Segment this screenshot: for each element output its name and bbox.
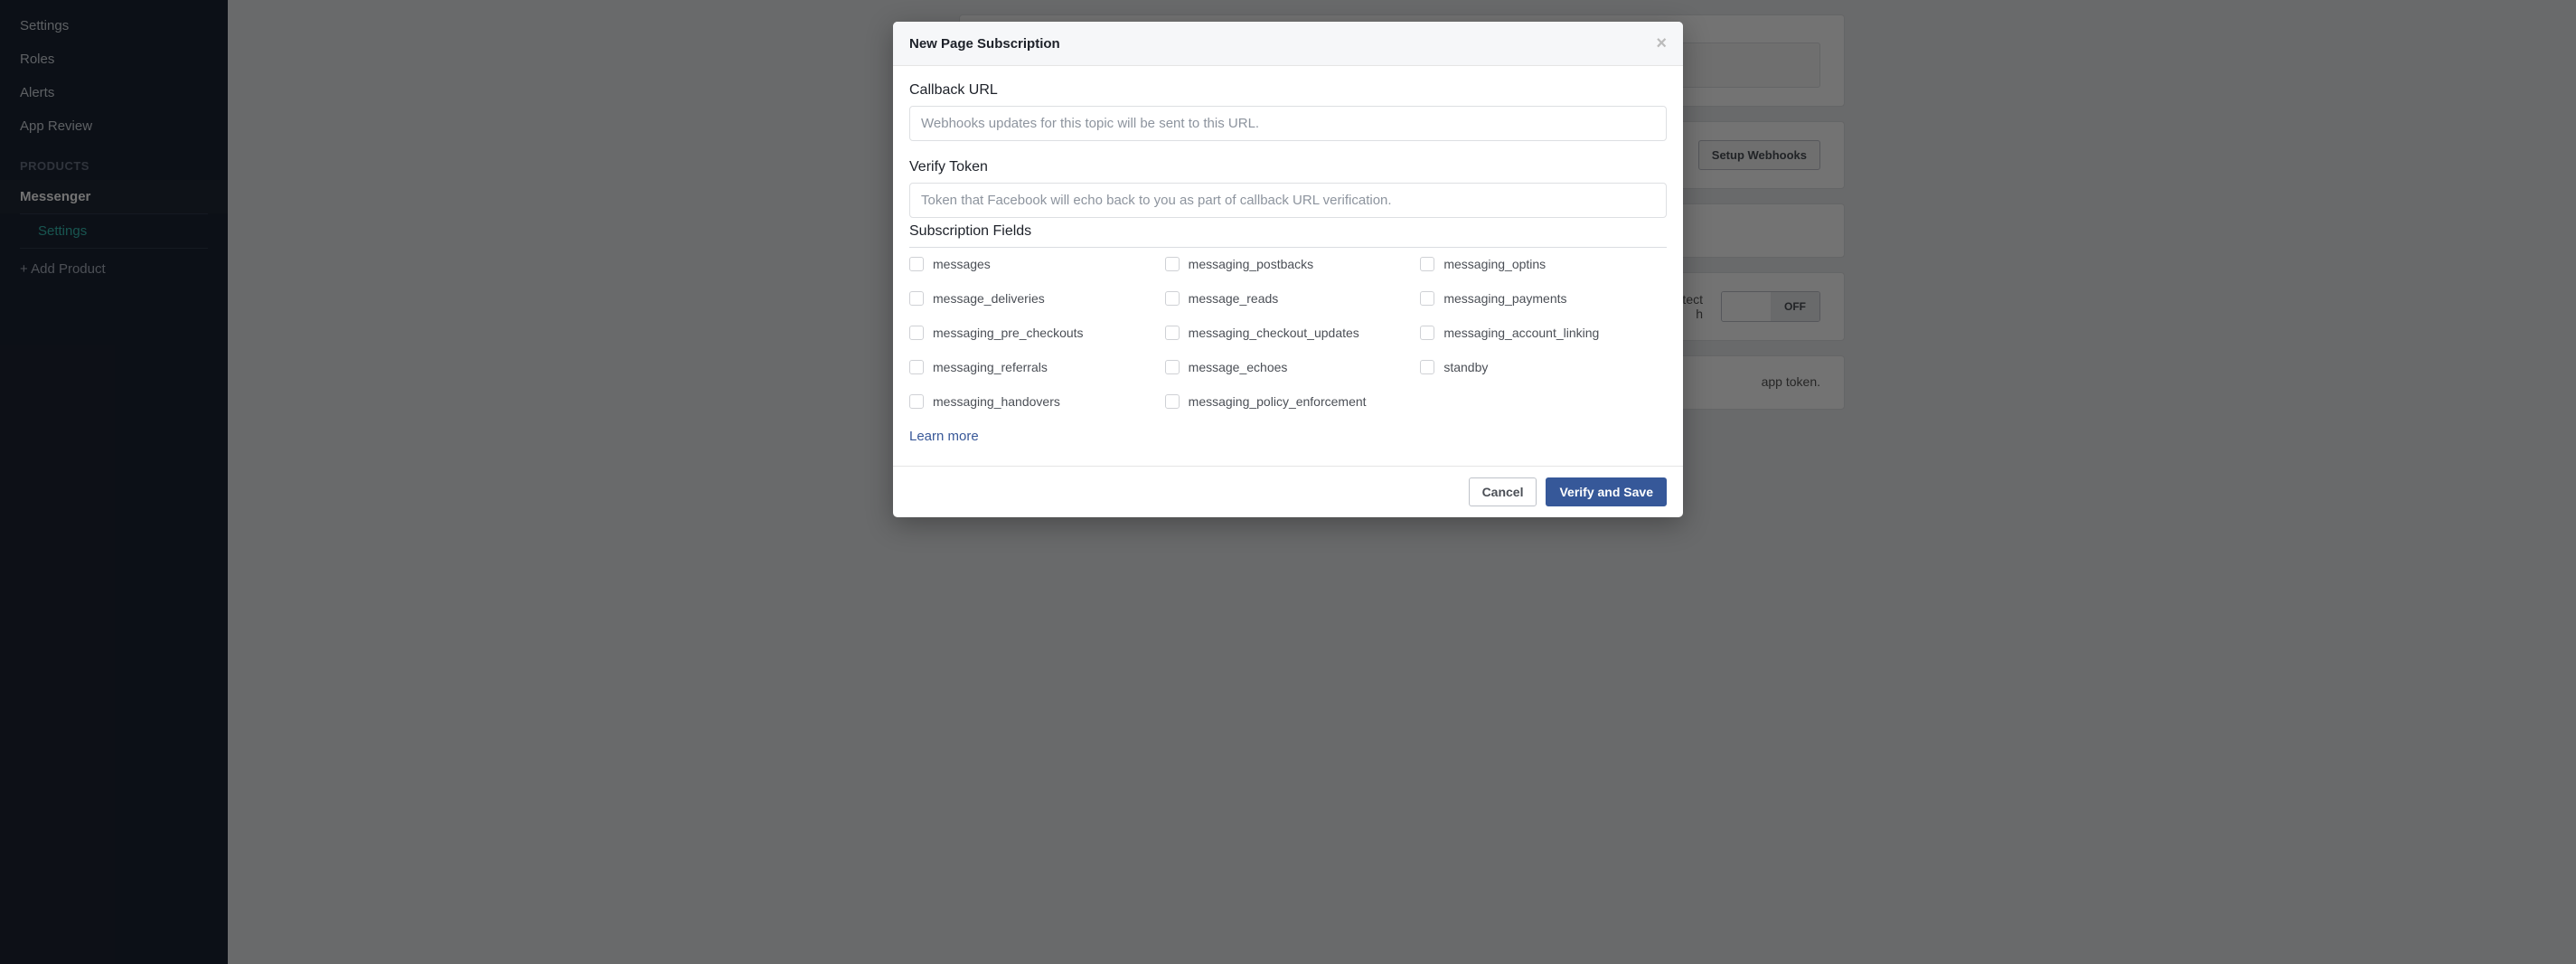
field-messaging-referrals[interactable]: messaging_referrals bbox=[909, 360, 1156, 374]
modal-body: Callback URL Verify Token Subscription F… bbox=[893, 66, 1683, 466]
field-messaging-pre-checkouts[interactable]: messaging_pre_checkouts bbox=[909, 326, 1156, 340]
field-message-reads[interactable]: message_reads bbox=[1165, 291, 1412, 306]
checkbox-icon[interactable] bbox=[1420, 291, 1434, 306]
field-messaging-policy-enforcement[interactable]: messaging_policy_enforcement bbox=[1165, 394, 1412, 409]
checkbox-icon[interactable] bbox=[909, 291, 924, 306]
checkbox-icon[interactable] bbox=[909, 326, 924, 340]
modal-header: New Page Subscription × bbox=[893, 22, 1683, 66]
field-standby[interactable]: standby bbox=[1420, 360, 1667, 374]
checkbox-icon[interactable] bbox=[1165, 360, 1180, 374]
field-messaging-optins[interactable]: messaging_optins bbox=[1420, 257, 1667, 271]
checkbox-icon[interactable] bbox=[909, 257, 924, 271]
modal-overlay: New Page Subscription × Callback URL Ver… bbox=[0, 0, 2576, 964]
close-icon[interactable]: × bbox=[1656, 34, 1667, 52]
checkbox-icon[interactable] bbox=[1420, 326, 1434, 340]
checkbox-icon[interactable] bbox=[1420, 257, 1434, 271]
field-messages[interactable]: messages bbox=[909, 257, 1156, 271]
callback-url-label: Callback URL bbox=[909, 82, 1667, 99]
cancel-button[interactable]: Cancel bbox=[1469, 477, 1537, 506]
subscription-fields-label: Subscription Fields bbox=[909, 223, 1667, 240]
subscription-fields-grid: messages messaging_postbacks messaging_o… bbox=[909, 247, 1667, 409]
field-message-deliveries[interactable]: message_deliveries bbox=[909, 291, 1156, 306]
callback-url-input[interactable] bbox=[909, 106, 1667, 141]
verify-save-button[interactable]: Verify and Save bbox=[1546, 477, 1667, 506]
learn-more-link[interactable]: Learn more bbox=[909, 425, 1667, 457]
modal-title: New Page Subscription bbox=[909, 36, 1060, 52]
modal-footer: Cancel Verify and Save bbox=[893, 466, 1683, 517]
field-messaging-payments[interactable]: messaging_payments bbox=[1420, 291, 1667, 306]
checkbox-icon[interactable] bbox=[1165, 394, 1180, 409]
subscription-modal: New Page Subscription × Callback URL Ver… bbox=[893, 22, 1683, 517]
checkbox-icon[interactable] bbox=[1165, 326, 1180, 340]
checkbox-icon[interactable] bbox=[909, 394, 924, 409]
checkbox-icon[interactable] bbox=[909, 360, 924, 374]
verify-token-label: Verify Token bbox=[909, 159, 1667, 175]
checkbox-icon[interactable] bbox=[1165, 257, 1180, 271]
verify-token-input[interactable] bbox=[909, 183, 1667, 218]
checkbox-icon[interactable] bbox=[1420, 360, 1434, 374]
field-messaging-checkout-updates[interactable]: messaging_checkout_updates bbox=[1165, 326, 1412, 340]
checkbox-icon[interactable] bbox=[1165, 291, 1180, 306]
field-message-echoes[interactable]: message_echoes bbox=[1165, 360, 1412, 374]
field-messaging-postbacks[interactable]: messaging_postbacks bbox=[1165, 257, 1412, 271]
field-messaging-account-linking[interactable]: messaging_account_linking bbox=[1420, 326, 1667, 340]
field-messaging-handovers[interactable]: messaging_handovers bbox=[909, 394, 1156, 409]
